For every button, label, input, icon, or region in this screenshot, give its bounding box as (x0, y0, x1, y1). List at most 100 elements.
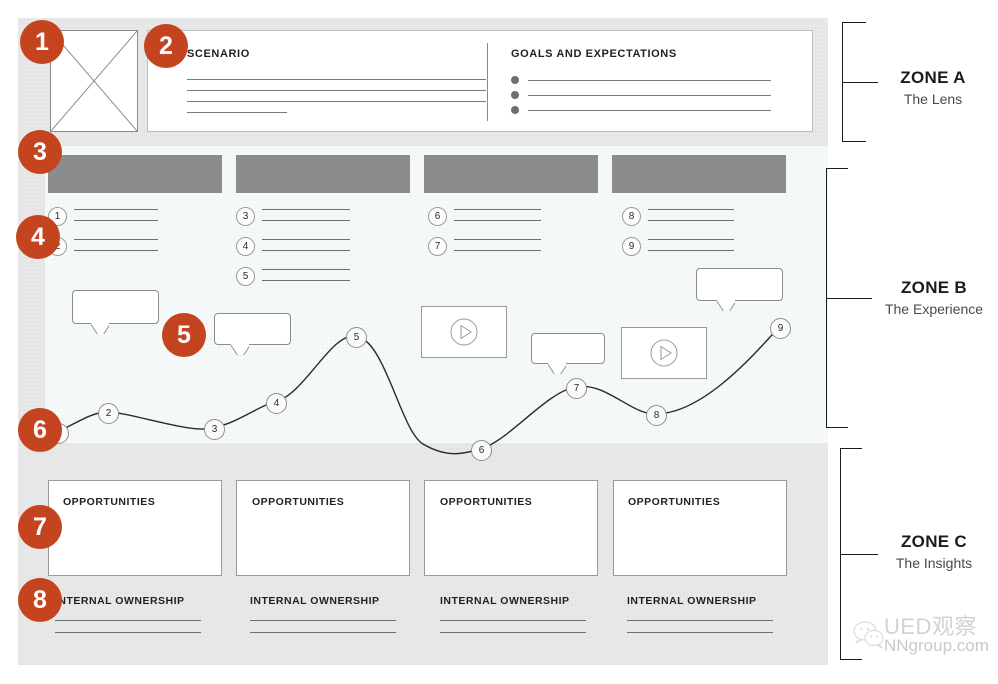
zone-b-panel (45, 146, 828, 460)
zone-a-panel: SCENARIO GOALS AND EXPECTATIONS (147, 30, 813, 132)
phase-header-1 (48, 155, 222, 193)
ownership-line (55, 620, 201, 621)
touchpoint-marker: 9 (622, 237, 641, 256)
touchpoint-marker: 7 (428, 237, 447, 256)
ownership-line (250, 632, 396, 633)
touchpoint-line (648, 239, 734, 240)
zone-c-label: ZONE C The Insights (876, 532, 992, 571)
touchpoint-line (454, 220, 541, 221)
curve-node: 7 (566, 378, 587, 399)
scenario-line (187, 112, 287, 113)
touchpoint-line (648, 220, 734, 221)
bubble-tail-icon (717, 300, 735, 311)
callout-badge-5: 5 (162, 313, 206, 357)
goal-line (528, 94, 771, 96)
curve-node: 6 (471, 440, 492, 461)
goal-line (528, 79, 771, 81)
image-placeholder-cross-icon (50, 30, 138, 132)
opportunities-title: OPPORTUNITIES (63, 496, 156, 508)
watermark-main-text: UED观察 (884, 614, 977, 639)
play-icon (650, 339, 678, 367)
goal-bullet-row (511, 106, 771, 114)
zone-a-title: ZONE A (900, 68, 966, 87)
bullet-dot-icon (511, 76, 519, 84)
phase-header-3 (424, 155, 598, 193)
bubble-tail-icon (548, 363, 566, 374)
touchpoint-line (74, 239, 158, 240)
opportunities-title: OPPORTUNITIES (440, 496, 533, 508)
quote-bubble (531, 333, 605, 364)
phase-header-4 (612, 155, 786, 193)
internal-ownership-title: INTERNAL OWNERSHIP (440, 595, 570, 607)
opportunities-box (613, 480, 787, 576)
ownership-line (55, 632, 201, 633)
quote-bubble (214, 313, 291, 345)
touchpoint-line (648, 250, 734, 251)
bubble-tail-icon (231, 344, 249, 355)
touchpoint-marker: 8 (622, 207, 641, 226)
watermark: UED观察 NNgroup.com (852, 612, 992, 668)
touchpoint-line (454, 239, 541, 240)
curve-node: 5 (346, 327, 367, 348)
quote-bubble (72, 290, 159, 324)
curve-node: 4 (266, 393, 287, 414)
curve-node: 3 (204, 419, 225, 440)
goals-title: GOALS AND EXPECTATIONS (511, 48, 677, 60)
bullet-dot-icon (511, 106, 519, 114)
touchpoint-line (262, 280, 350, 281)
zone-c-title: ZONE C (900, 532, 968, 551)
touchpoint-line (262, 220, 350, 221)
touchpoint-line (648, 209, 734, 210)
zone-a-subtitle: The Lens (903, 91, 963, 107)
callout-badge-8: 8 (18, 578, 62, 622)
curve-node: 8 (646, 405, 667, 426)
bubble-tail-icon (91, 323, 109, 334)
ownership-line (250, 620, 396, 621)
callout-badge-1: 1 (20, 20, 64, 64)
internal-ownership-title: INTERNAL OWNERSHIP (627, 595, 757, 607)
curve-node: 2 (98, 403, 119, 424)
ownership-line (627, 620, 773, 621)
opportunities-title: OPPORTUNITIES (252, 496, 345, 508)
callout-badge-3: 3 (18, 130, 62, 174)
zone-a-label: ZONE A The Lens (878, 68, 988, 107)
ownership-line (440, 620, 586, 621)
opportunities-title: OPPORTUNITIES (628, 496, 721, 508)
scenario-line (187, 79, 486, 80)
zone-b-subtitle: The Experience (884, 301, 984, 317)
zone-b-title: ZONE B (900, 278, 968, 297)
touchpoint-marker: 4 (236, 237, 255, 256)
touchpoint-marker: 3 (236, 207, 255, 226)
touchpoint-line (262, 209, 350, 210)
internal-ownership-title: INTERNAL OWNERSHIP (250, 595, 380, 607)
touchpoint-marker: 5 (236, 267, 255, 286)
touchpoint-line (454, 250, 541, 251)
zone-c-subtitle: The Insights (895, 555, 973, 571)
curve-node: 9 (770, 318, 791, 339)
opportunities-box (424, 480, 598, 576)
touchpoint-line (262, 269, 350, 270)
touchpoint-line (262, 239, 350, 240)
video-clip-thumbnail[interactable] (421, 306, 507, 358)
scenario-title: SCENARIO (187, 48, 250, 60)
opportunities-box (48, 480, 222, 576)
touchpoint-line (454, 209, 541, 210)
opportunities-box (236, 480, 410, 576)
callout-badge-6: 6 (18, 408, 62, 452)
play-icon (450, 318, 478, 346)
touchpoint-line (74, 220, 158, 221)
video-clip-thumbnail[interactable] (621, 327, 707, 379)
zone-b-bracket (826, 168, 872, 428)
journey-map-diagram: SCENARIO GOALS AND EXPECTATIONS 1 2 (0, 0, 998, 684)
touchpoint-marker: 6 (428, 207, 447, 226)
goal-bullet-row (511, 91, 771, 99)
bullet-dot-icon (511, 91, 519, 99)
quote-bubble (696, 268, 783, 301)
callout-badge-7: 7 (18, 505, 62, 549)
touchpoint-line (74, 209, 158, 210)
zone-a-bracket (842, 22, 878, 142)
touchpoint-line (262, 250, 350, 251)
zone-b-label: ZONE B The Experience (872, 278, 996, 317)
scenario-line (187, 90, 486, 91)
touchpoint-line (74, 250, 158, 251)
